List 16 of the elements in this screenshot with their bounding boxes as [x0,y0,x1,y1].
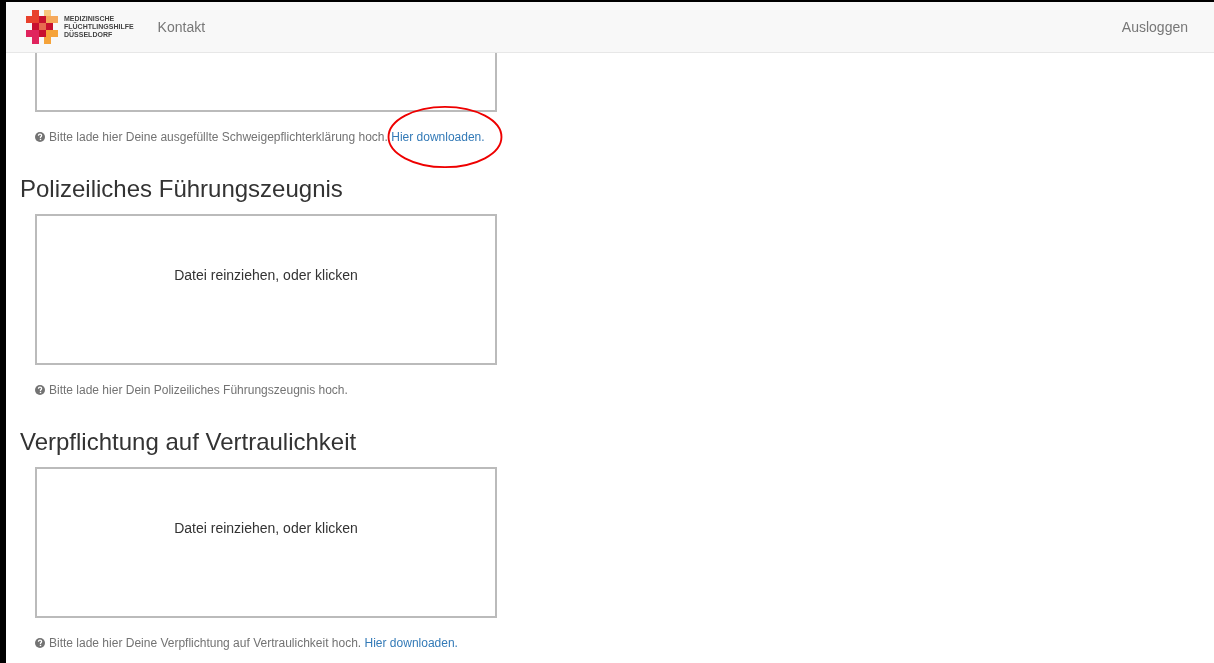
help-icon [35,384,45,395]
download-link[interactable]: Hier downloaden. [391,130,485,144]
help-text: Bitte lade hier Deine ausgefüllte Schweigepflichterklärung hoch. Hier downloaden. [49,128,485,146]
download-link[interactable]: Hier downloaden. [364,635,458,650]
file-dropzone[interactable] [35,53,497,112]
help-icon [35,132,45,142]
logout-link[interactable]: Ausloggen [1121,16,1188,38]
file-dropzone[interactable]: Datei reinziehen, oder klicken [35,466,497,618]
help-icon [35,637,45,648]
help-text: Bitte lade hier Deine Verpflichtung auf Vertraulichkeit hoch. Hier downloaden. [49,634,458,652]
cross-logo-icon [26,10,60,44]
section-heading: Polizeiliches Führungszeugnis [20,175,344,204]
section-heading: Verpflichtung auf Vertraulichkeit [20,427,358,457]
file-dropzone[interactable]: Datei reinziehen, oder klicken [35,213,497,365]
help-text: Bitte lade hier Dein Polizeiliches Führungszeugnis hoch. [49,381,348,399]
nav-link[interactable]: Kontakt [157,16,206,38]
